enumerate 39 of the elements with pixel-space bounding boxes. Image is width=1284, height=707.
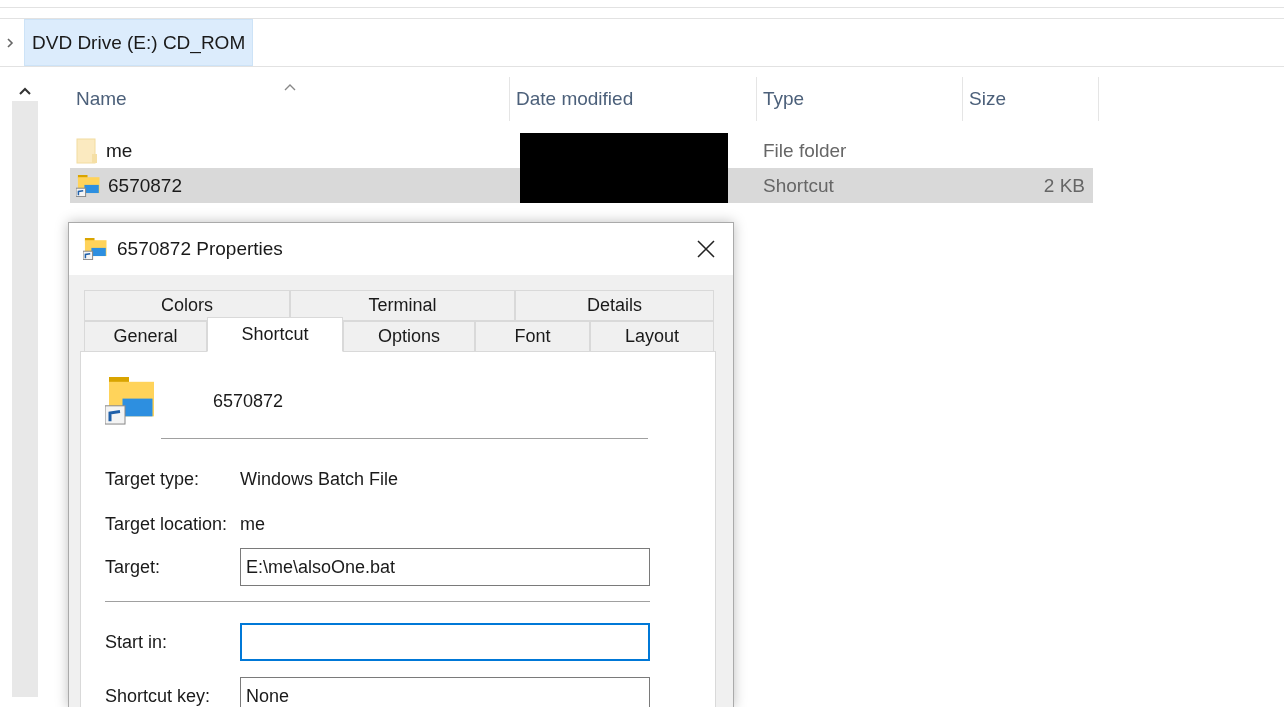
chevron-icon — [6, 36, 14, 49]
tab[interactable]: Colors — [84, 290, 290, 321]
input-field[interactable]: None — [240, 677, 650, 707]
file-type: File folder — [762, 139, 848, 162]
tab[interactable]: Shortcut — [207, 317, 343, 352]
sort-caret-icon — [283, 83, 296, 91]
tab[interactable]: General — [84, 321, 207, 352]
tab[interactable]: Options — [343, 321, 475, 352]
shortcut-icon — [76, 174, 100, 197]
close-icon[interactable] — [697, 240, 715, 258]
field-label: Target type: — [105, 469, 201, 490]
field-value: me — [240, 514, 265, 535]
file-name[interactable]: me — [106, 139, 133, 162]
breadcrumb-item[interactable]: DVD Drive (E:) CD_ROM — [24, 19, 254, 66]
column-header[interactable]: Date modified — [510, 77, 757, 121]
shortcut-icon — [105, 377, 155, 425]
input-field[interactable]: E:\me\alsoOne.bat — [240, 548, 650, 586]
scroll-up-icon[interactable] — [19, 87, 31, 95]
field-label: Target: — [105, 556, 162, 578]
tab[interactable]: Layout — [590, 321, 714, 352]
file-type: Shortcut — [762, 174, 835, 197]
field-value: Windows Batch File — [240, 469, 399, 490]
column-header[interactable]: Name — [70, 77, 510, 121]
file-name[interactable]: 6570872 — [108, 174, 182, 197]
shortcut-icon — [83, 238, 107, 260]
dialog-title: 6570872 Properties — [117, 238, 284, 260]
tab[interactable]: Terminal — [290, 290, 515, 321]
column-header[interactable]: Type — [757, 77, 963, 121]
folder-icon — [76, 137, 98, 164]
selected-row-highlight[interactable]: 6570872 Shortcut 2 KB — [70, 168, 1093, 203]
field-label: Shortcut key: — [105, 685, 212, 707]
input-field[interactable] — [240, 623, 650, 661]
field-label: Start in: — [105, 631, 169, 653]
tab[interactable]: Font — [475, 321, 590, 352]
tab[interactable]: Details — [515, 290, 714, 321]
column-header[interactable]: Size — [963, 77, 1099, 121]
file-name-label: 6570872 — [213, 390, 284, 412]
field-label: Target location: — [105, 514, 229, 535]
file-size: 2 KB — [1043, 174, 1085, 197]
